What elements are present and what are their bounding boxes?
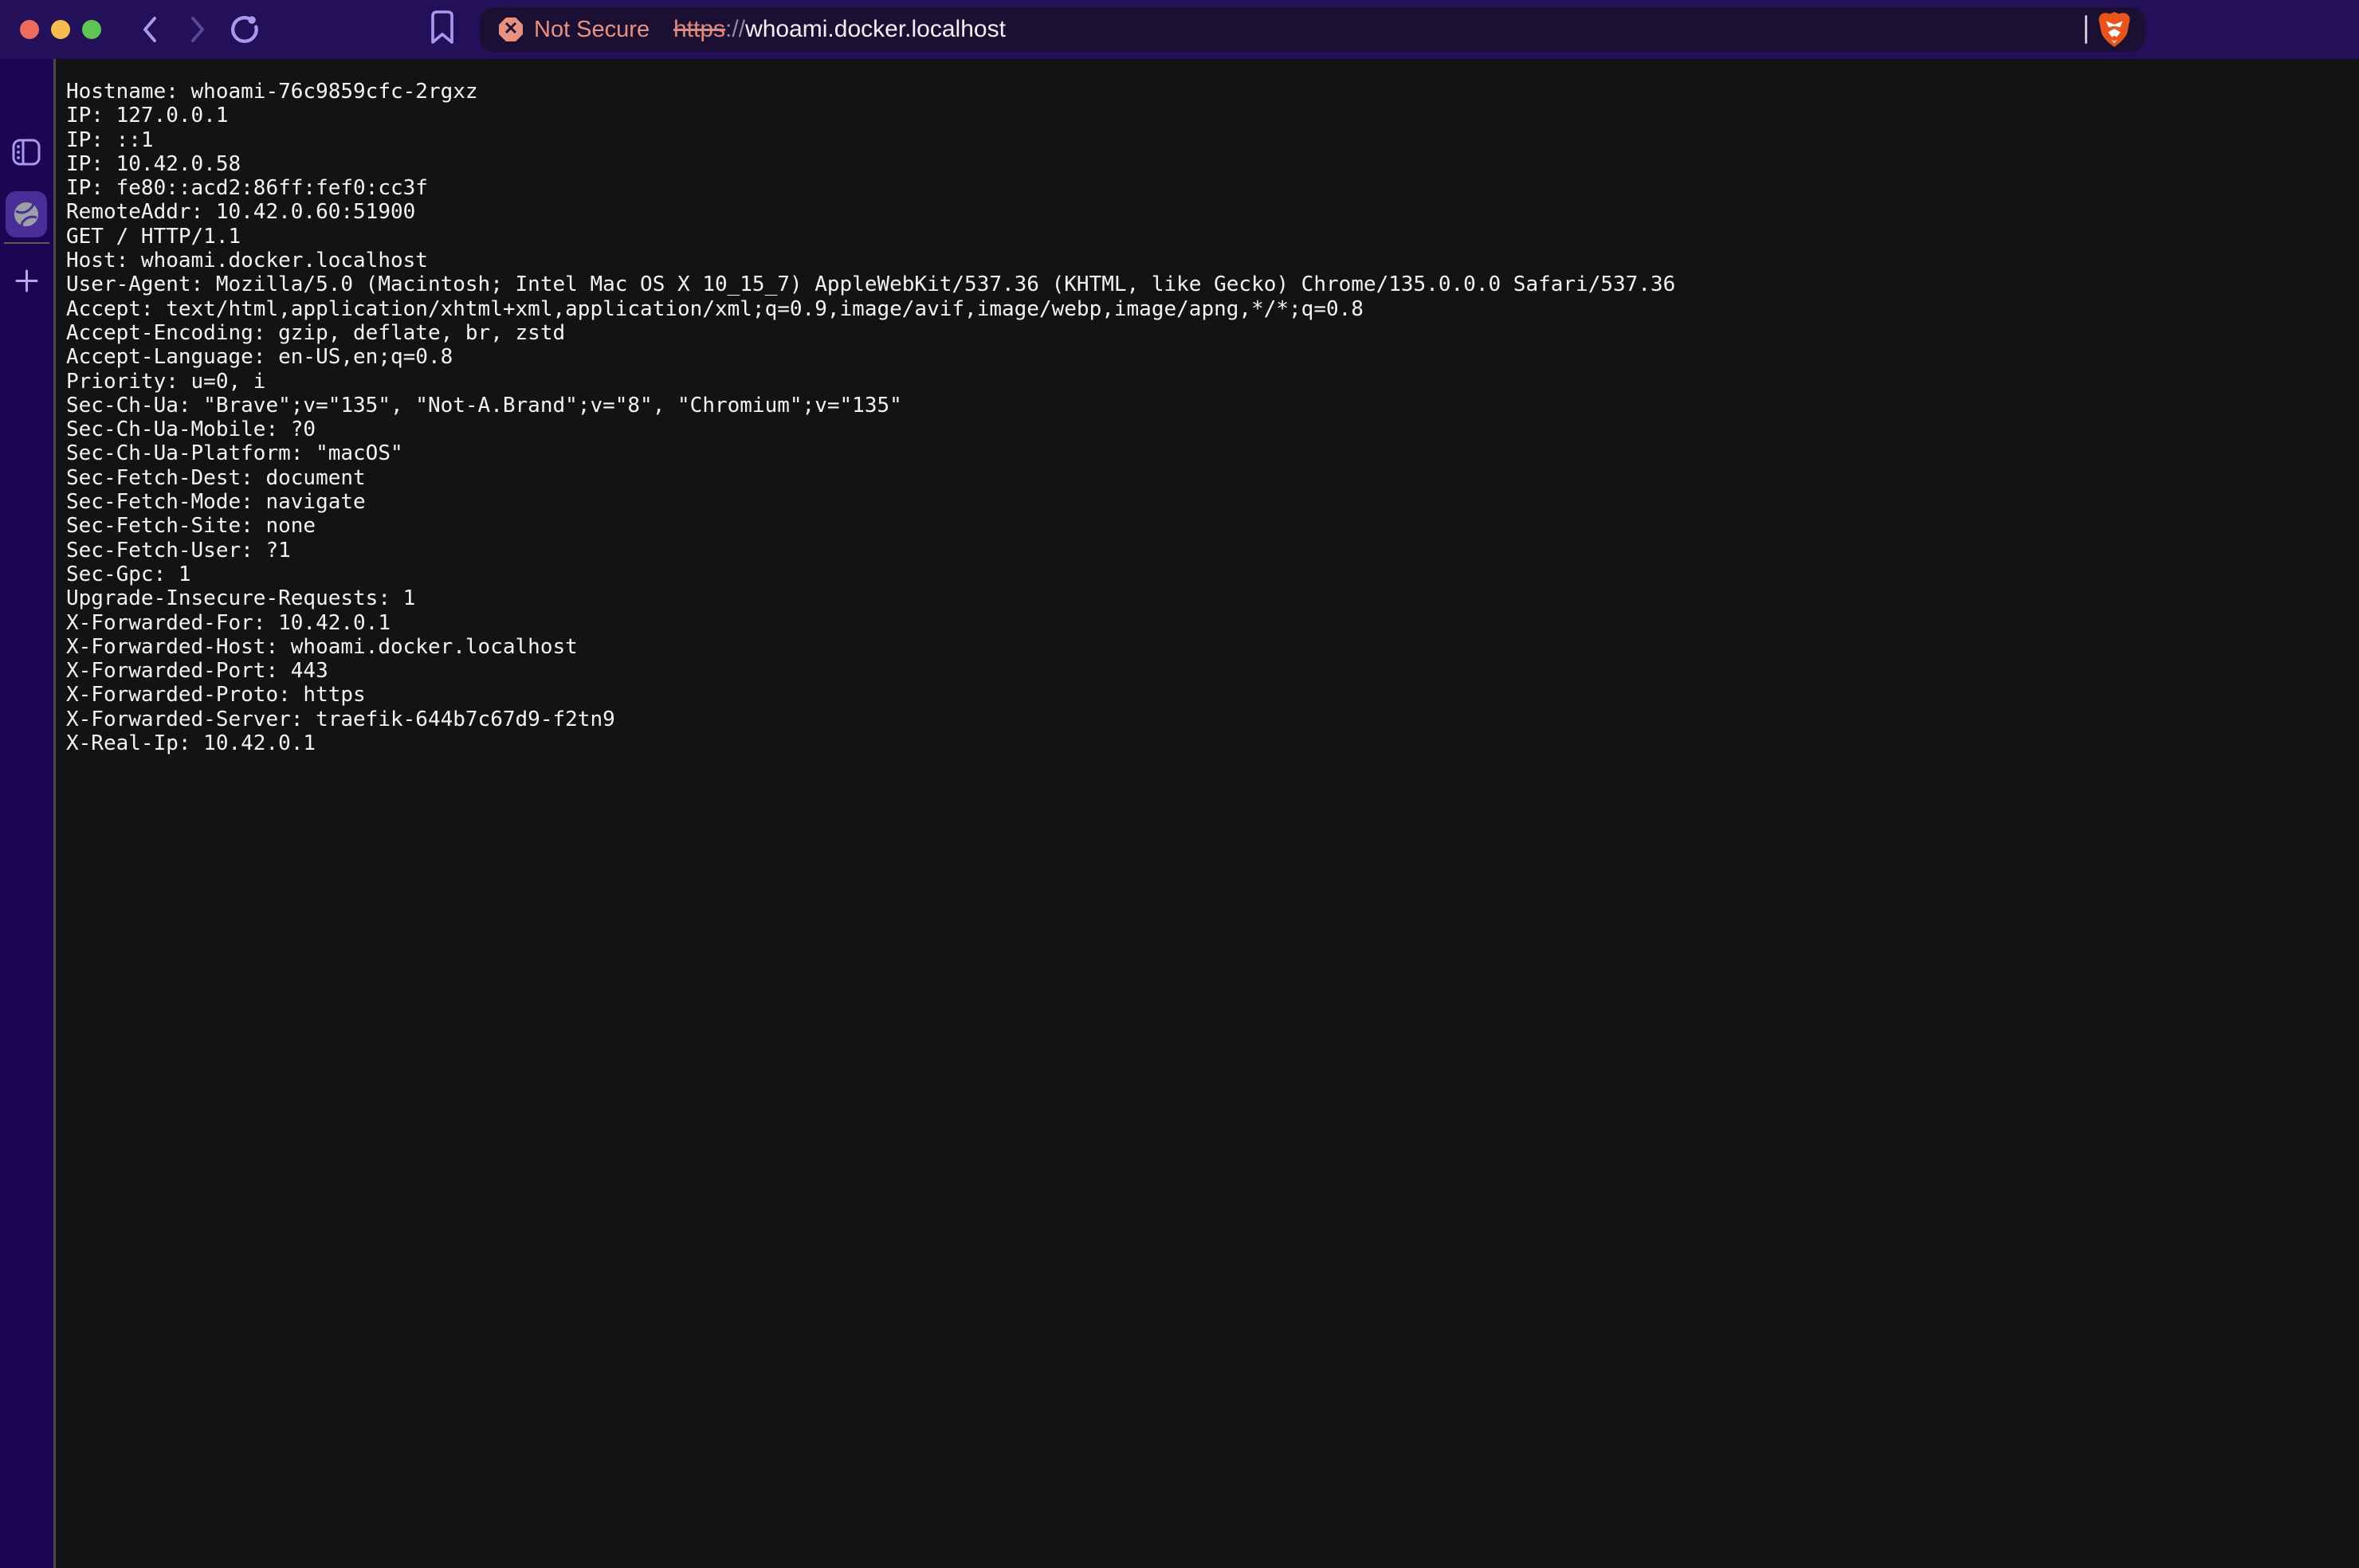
globe-icon bbox=[13, 201, 40, 228]
plus-icon bbox=[14, 269, 39, 293]
security-badge-label: Not Secure bbox=[534, 17, 650, 43]
urlbar-separator bbox=[2085, 15, 2087, 44]
url-text[interactable]: https://whoami.docker.localhost bbox=[673, 7, 1006, 52]
url-scheme-separator: :// bbox=[725, 16, 745, 43]
header-line: Priority: u=0, i bbox=[66, 370, 1675, 394]
brave-lion-icon bbox=[2096, 10, 2133, 49]
header-line: Hostname: whoami-76c9859cfc-2rgxz bbox=[66, 80, 1675, 104]
header-line: Sec-Ch-Ua-Platform: "macOS" bbox=[66, 441, 1675, 465]
browser-toolbar: ✕ Not Secure https://whoami.docker.local… bbox=[0, 0, 2359, 59]
brave-shields-button[interactable] bbox=[2096, 11, 2133, 48]
header-line: Upgrade-Insecure-Requests: 1 bbox=[66, 586, 1675, 610]
header-line: IP: 127.0.0.1 bbox=[66, 104, 1675, 127]
sidebar-panel-toggle-icon bbox=[12, 139, 41, 166]
forward-button[interactable] bbox=[182, 14, 214, 45]
close-window-button[interactable] bbox=[20, 20, 39, 39]
header-line: Accept-Language: en-US,en;q=0.8 bbox=[66, 345, 1675, 369]
header-line: Host: whoami.docker.localhost bbox=[66, 249, 1675, 272]
url-scheme-struck: https bbox=[673, 16, 725, 43]
header-line: Accept: text/html,application/xhtml+xml,… bbox=[66, 297, 1675, 321]
header-line: X-Forwarded-Server: traefik-644b7c67d9-f… bbox=[66, 708, 1675, 731]
reload-button[interactable] bbox=[229, 14, 261, 45]
zoom-window-button[interactable] bbox=[82, 20, 101, 39]
active-tab-tile[interactable] bbox=[6, 191, 47, 237]
header-line: Sec-Gpc: 1 bbox=[66, 563, 1675, 586]
security-badge[interactable]: ✕ Not Secure bbox=[499, 7, 650, 52]
header-line: Sec-Fetch-Site: none bbox=[66, 514, 1675, 538]
header-line: X-Forwarded-For: 10.42.0.1 bbox=[66, 611, 1675, 635]
octagon-x-glyph: ✕ bbox=[504, 20, 518, 37]
header-line: IP: 10.42.0.58 bbox=[66, 152, 1675, 176]
header-line: IP: ::1 bbox=[66, 128, 1675, 152]
address-bar[interactable]: ✕ Not Secure https://whoami.docker.local… bbox=[480, 7, 2145, 52]
sidebar-divider bbox=[4, 242, 49, 244]
back-button[interactable] bbox=[134, 14, 166, 45]
sidebar-toggle-button[interactable] bbox=[12, 139, 41, 166]
header-line: IP: fe80::acd2:86ff:fef0:cc3f bbox=[66, 176, 1675, 200]
back-arrow-icon bbox=[140, 14, 159, 45]
header-line: Sec-Ch-Ua-Mobile: ?0 bbox=[66, 417, 1675, 441]
header-line: X-Forwarded-Host: whoami.docker.localhos… bbox=[66, 635, 1675, 659]
header-line: Sec-Ch-Ua: "Brave";v="135", "Not-A.Brand… bbox=[66, 394, 1675, 417]
header-line: Sec-Fetch-Mode: navigate bbox=[66, 490, 1675, 514]
bookmark-button[interactable] bbox=[426, 11, 458, 43]
header-line: GET / HTTP/1.1 bbox=[66, 225, 1675, 249]
header-line: X-Forwarded-Port: 443 bbox=[66, 659, 1675, 683]
header-line: Sec-Fetch-Dest: document bbox=[66, 466, 1675, 490]
header-line: User-Agent: Mozilla/5.0 (Macintosh; Inte… bbox=[66, 272, 1675, 296]
minimize-window-button[interactable] bbox=[51, 20, 70, 39]
header-line: Sec-Fetch-User: ?1 bbox=[66, 539, 1675, 563]
whoami-response-text: Hostname: whoami-76c9859cfc-2rgxzIP: 127… bbox=[66, 80, 1675, 755]
new-tab-button[interactable] bbox=[14, 269, 39, 293]
header-line: X-Real-Ip: 10.42.0.1 bbox=[66, 731, 1675, 755]
header-line: X-Forwarded-Proto: https bbox=[66, 683, 1675, 707]
header-line: RemoteAddr: 10.42.0.60:51900 bbox=[66, 200, 1675, 224]
bookmark-icon bbox=[429, 9, 456, 45]
header-line: Accept-Encoding: gzip, deflate, br, zstd bbox=[66, 321, 1675, 345]
vertical-tabs-sidebar bbox=[0, 59, 53, 1568]
reload-icon bbox=[229, 13, 261, 46]
forward-arrow-icon bbox=[188, 14, 207, 45]
not-secure-octagon-x-icon: ✕ bbox=[499, 18, 523, 41]
url-host: whoami.docker.localhost bbox=[745, 16, 1006, 43]
web-content-area: Hostname: whoami-76c9859cfc-2rgxzIP: 127… bbox=[56, 59, 2359, 1568]
